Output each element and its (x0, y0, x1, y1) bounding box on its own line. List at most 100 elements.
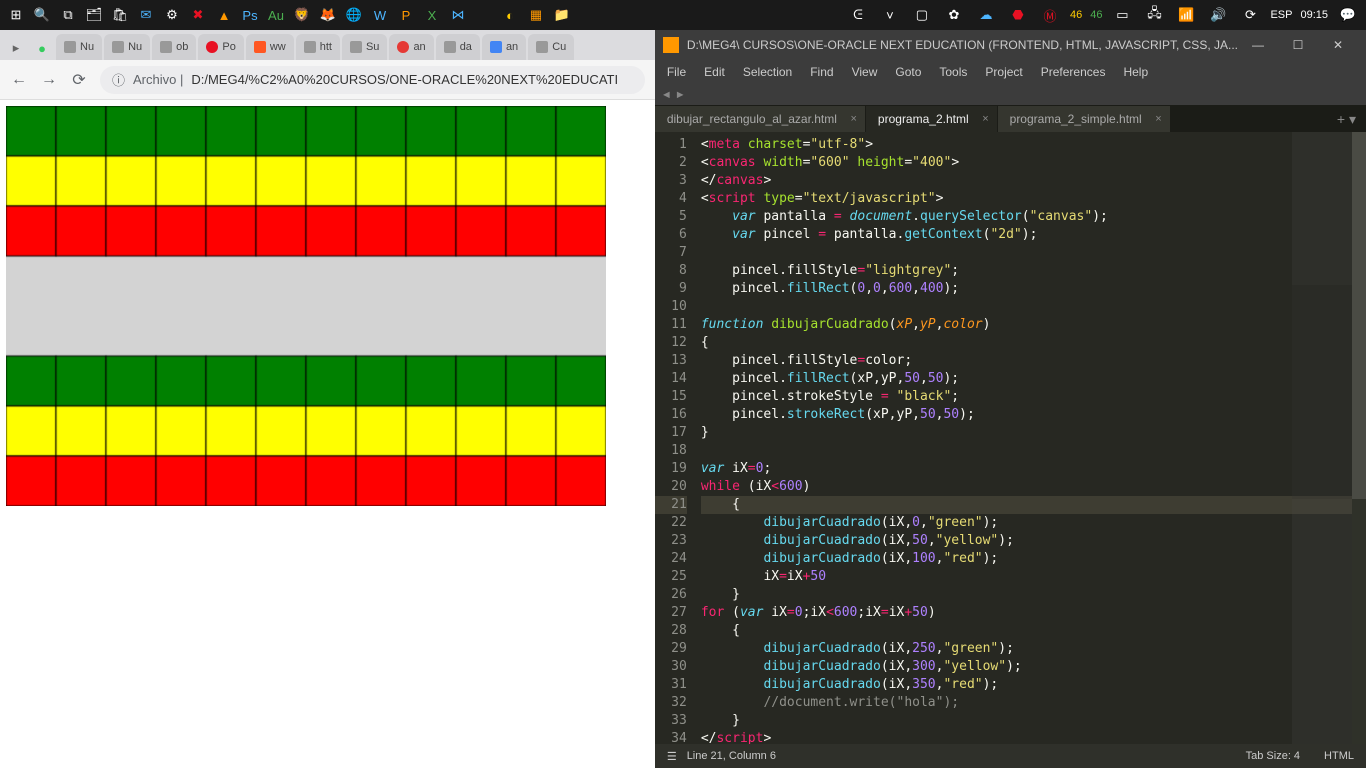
word-icon[interactable]: W (368, 3, 392, 27)
reload-icon[interactable]: ⟳ (70, 71, 88, 89)
battery-icon[interactable]: ▭ (1110, 3, 1134, 27)
notifications-icon[interactable]: 💬 (1336, 3, 1360, 27)
mail-icon[interactable]: ✉ (134, 3, 158, 27)
chrome-browser: ▸ ● NuNuobPowwhttSuandaanCu ← → ⟳ ⓘ Arch… (0, 30, 655, 768)
tray-icon[interactable]: ▢ (910, 3, 934, 27)
menu-edit[interactable]: Edit (696, 63, 733, 81)
store-icon[interactable]: 🛍 (108, 3, 132, 27)
people-icon[interactable]: ᕮ (846, 3, 870, 27)
chrome-tab[interactable]: Su (342, 34, 387, 60)
chrome-running-icon[interactable]: ◐ (498, 3, 522, 27)
vlc-icon[interactable]: ▲ (212, 3, 236, 27)
tab-close-icon[interactable]: × (1155, 113, 1161, 125)
info-icon: ⓘ (112, 70, 125, 89)
status-tabsize[interactable]: Tab Size: 4 (1246, 750, 1300, 762)
canvas-output (6, 106, 606, 506)
chrome-tab[interactable]: htt (296, 34, 340, 60)
volume-icon[interactable]: 🔊 (1206, 3, 1230, 27)
editor-tab[interactable]: programa_2.html× (866, 106, 997, 132)
sublime-logo-icon (663, 37, 679, 53)
sublime-running-icon[interactable]: ▦ (524, 3, 548, 27)
status-drawer-icon[interactable]: ☰ (667, 750, 677, 763)
menu-selection[interactable]: Selection (735, 63, 800, 81)
menu-help[interactable]: Help (1115, 63, 1156, 81)
menu-goto[interactable]: Goto (887, 63, 929, 81)
status-syntax[interactable]: HTML (1324, 750, 1354, 762)
language-indicator[interactable]: ESP (1270, 9, 1292, 21)
maximize-icon[interactable]: ☐ (1278, 38, 1318, 52)
forward-icon[interactable]: → (40, 71, 58, 89)
start-icon[interactable]: ⊞ (4, 3, 28, 27)
menu-view[interactable]: View (844, 63, 886, 81)
edge-icon[interactable]: 🌐 (342, 3, 366, 27)
wifi-icon[interactable]: 📶 (1174, 3, 1198, 27)
chrome-tab[interactable]: Po (198, 34, 243, 60)
chrome-tab-strip: ▸ ● NuNuobPowwhttSuandaanCu (0, 30, 655, 60)
clock[interactable]: 09:15 (1300, 9, 1328, 21)
folder-running-icon[interactable]: 📁 (550, 3, 574, 27)
vertical-scrollbar[interactable] (1352, 132, 1366, 744)
window-titlebar: D:\MEG4\ CURSOS\ONE-ORACLE NEXT EDUCATIO… (655, 30, 1366, 60)
menu-find[interactable]: Find (802, 63, 841, 81)
menu-bar: FileEditSelectionFindViewGotoToolsProjec… (655, 60, 1366, 84)
line-gutter: 1234567891011121314151617181920212223242… (655, 132, 697, 744)
shield-icon[interactable]: ⬣ (1006, 3, 1030, 27)
chrome-tab[interactable]: Cu (528, 34, 574, 60)
powerpoint-icon[interactable]: P (394, 3, 418, 27)
editor-tab[interactable]: dibujar_rectangulo_al_azar.html× (655, 106, 865, 132)
chevron-up-icon[interactable]: ˅ (878, 3, 902, 27)
firefox-icon[interactable]: 🦊 (316, 3, 340, 27)
battery-badge-2: 46 (1090, 9, 1102, 21)
chrome-toolbar: ← → ⟳ ⓘ Archivo | D:/MEG4/%C2%A0%20CURSO… (0, 60, 655, 100)
taskview-icon[interactable]: ⧉ (56, 3, 80, 27)
sync-icon[interactable]: ⟳ (1238, 3, 1262, 27)
battery-badge-1: 46 (1070, 9, 1082, 21)
tab-close-icon[interactable]: × (850, 113, 856, 125)
menu-file[interactable]: File (659, 63, 694, 81)
excel-icon[interactable]: X (420, 3, 444, 27)
photoshop-icon[interactable]: Ps (238, 3, 262, 27)
vscode-icon[interactable]: ⋈ (446, 3, 470, 27)
status-cursor-pos: Line 21, Column 6 (687, 750, 776, 763)
chrome-tab[interactable]: an (389, 34, 433, 60)
page-viewport (0, 100, 655, 768)
network-icon[interactable]: 🖧 (1142, 3, 1166, 27)
audition-icon[interactable]: Au (264, 3, 288, 27)
new-tab-icon[interactable]: ▸ (4, 36, 28, 60)
window-title: D:\MEG4\ CURSOS\ONE-ORACLE NEXT EDUCATIO… (687, 38, 1238, 52)
brave-icon[interactable]: 🦁 (290, 3, 314, 27)
app-x-icon[interactable]: ✖ (186, 3, 210, 27)
sublime-editor: D:\MEG4\ CURSOS\ONE-ORACLE NEXT EDUCATIO… (655, 30, 1366, 768)
close-icon[interactable]: ✕ (1318, 38, 1358, 52)
editor-tab-strip: dibujar_rectangulo_al_azar.html×programa… (655, 106, 1366, 132)
chrome-tab[interactable]: ob (152, 34, 196, 60)
tab-close-icon[interactable]: × (982, 113, 988, 125)
tray-icon-2[interactable]: ✿ (942, 3, 966, 27)
tab-nav-arrows[interactable]: ◄ ► (655, 84, 1366, 106)
minimap[interactable] (1292, 132, 1352, 744)
url-bar[interactable]: ⓘ Archivo | D:/MEG4/%C2%A0%20CURSOS/ONE-… (100, 66, 645, 94)
code-area[interactable]: <meta charset="utf-8"><canvas width="600… (697, 132, 1366, 744)
editor-tab[interactable]: programa_2_simple.html× (998, 106, 1170, 132)
chrome-tab[interactable]: da (436, 34, 480, 60)
chrome-tab[interactable]: an (482, 34, 526, 60)
mega-icon[interactable]: Ⓜ (1038, 3, 1062, 27)
editor-body: 1234567891011121314151617181920212223242… (655, 132, 1366, 744)
menu-tools[interactable]: Tools (931, 63, 975, 81)
url-scheme: Archivo | (133, 72, 183, 87)
back-icon[interactable]: ← (10, 71, 28, 89)
chrome-tab[interactable]: Nu (56, 34, 102, 60)
onedrive-icon[interactable]: ☁ (974, 3, 998, 27)
minimize-icon[interactable]: — (1238, 38, 1278, 52)
menu-project[interactable]: Project (977, 63, 1030, 81)
explorer-icon[interactable]: 🗂 (82, 3, 106, 27)
chrome-tab[interactable]: ww (246, 34, 294, 60)
chrome-tab[interactable]: Nu (104, 34, 150, 60)
settings-icon[interactable]: ⚙ (160, 3, 184, 27)
app-running-divider (472, 3, 496, 27)
search-icon[interactable]: 🔍 (30, 3, 54, 27)
new-tab-icon[interactable]: + ▾ (1327, 111, 1366, 128)
menu-preferences[interactable]: Preferences (1033, 63, 1114, 81)
opera-icon[interactable]: ● (30, 36, 54, 60)
windows-taskbar: ⊞ 🔍 ⧉ 🗂 🛍 ✉ ⚙ ✖ ▲ Ps Au 🦁 🦊 🌐 W P X ⋈ ◐ … (0, 0, 1366, 30)
